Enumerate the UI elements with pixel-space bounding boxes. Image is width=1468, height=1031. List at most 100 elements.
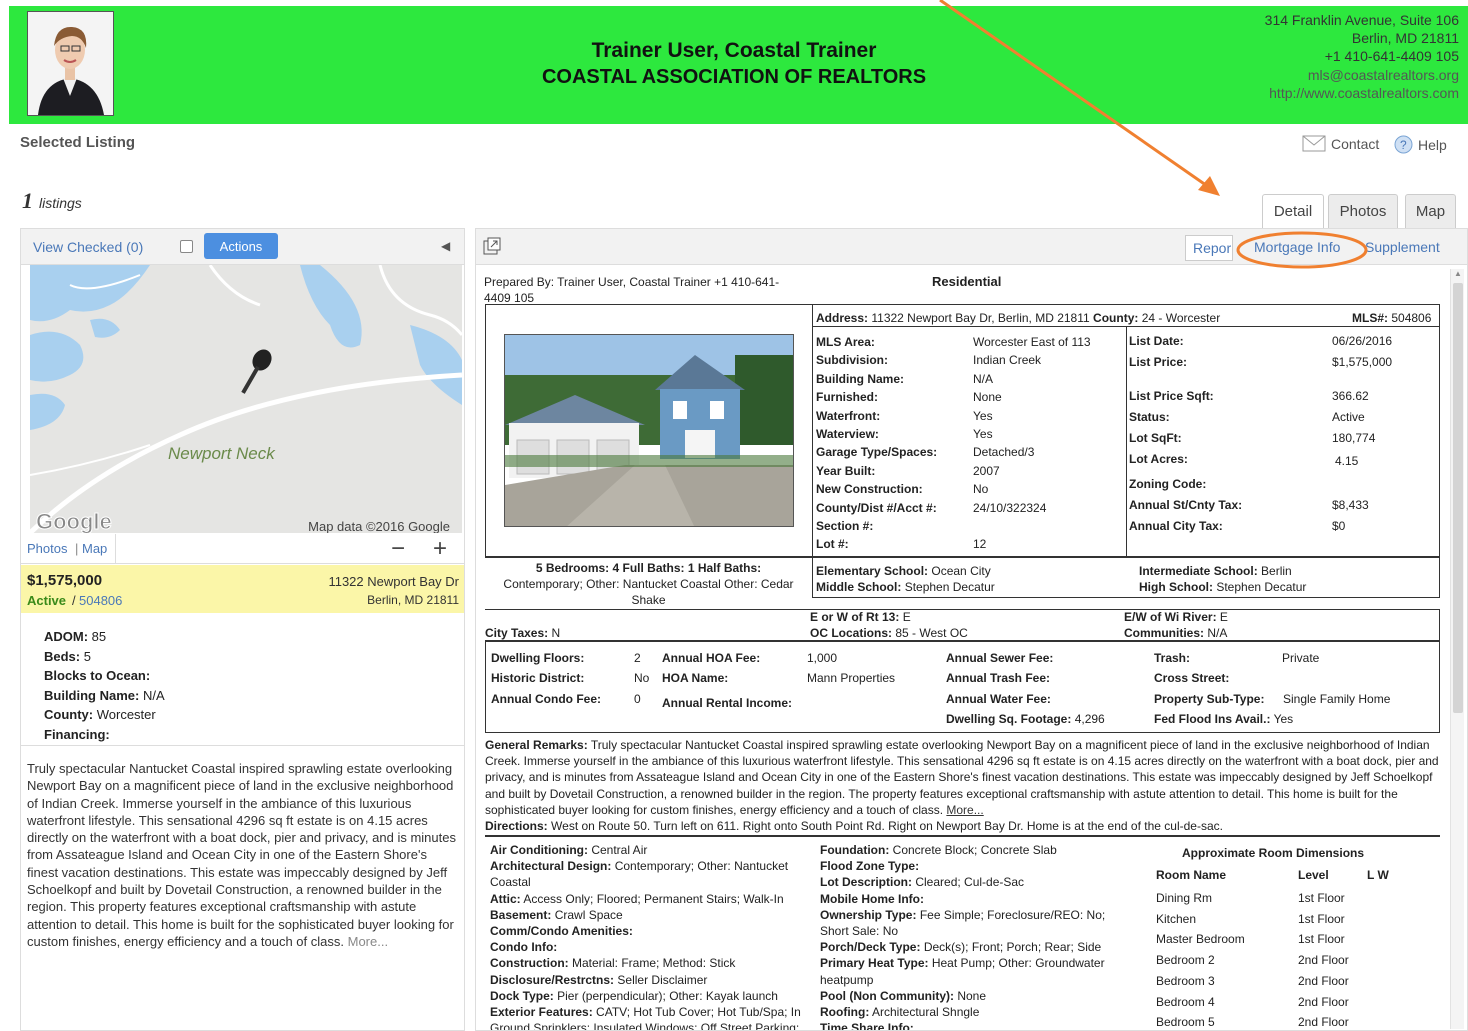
field-label: Annual Sewer Fee: — [946, 651, 1054, 665]
field-value — [973, 517, 1091, 535]
select-checkbox[interactable] — [180, 240, 193, 253]
tab-map[interactable]: Map — [1405, 194, 1456, 228]
remarks-text: Truly spectacular Nantucket Coastal insp… — [27, 760, 461, 950]
feature-value: Deck(s); Front; Porch; Rear; Side — [923, 940, 1102, 955]
city-state: Berlin, MD 21811 — [367, 593, 459, 607]
feature-row: Roofing: Architectural Shngle — [820, 1004, 1123, 1020]
remarks-body: Truly spectacular Nantucket Coastal insp… — [27, 761, 456, 949]
tab-report[interactable]: Repor — [1185, 235, 1233, 261]
map-link[interactable]: Map — [82, 541, 107, 556]
help-icon: ? — [1394, 135, 1413, 154]
county-value: 24 - Worcester — [1141, 311, 1221, 325]
bed-bath-line: 5 Bedrooms: 4 Full Baths: 1 Half Baths: — [535, 561, 762, 575]
flood-line: Fed Flood Ins Avail.: Yes — [1154, 711, 1293, 727]
panel-toolbar: View Checked (0) Actions ◀ — [21, 229, 464, 265]
tab-photos[interactable]: Photos — [1328, 194, 1398, 228]
field-value: Indian Creek — [973, 353, 1042, 368]
association-name: COASTAL ASSOCIATION OF REALTORS — [541, 66, 927, 88]
feature-label: Flood Zone Type: — [820, 859, 920, 874]
field-label: Subdivision: — [816, 353, 888, 368]
scrollbar-thumb[interactable] — [1453, 283, 1463, 713]
location-box — [485, 609, 1440, 641]
room-name: Bedroom 2 — [1156, 953, 1215, 968]
divider — [485, 835, 1440, 837]
remarks-more-link[interactable]: More... — [348, 934, 388, 949]
directions-label: Directions: — [485, 819, 548, 834]
zoom-out-button[interactable]: − — [391, 535, 405, 563]
popout-icon[interactable] — [483, 237, 501, 255]
fact-row: Blocks to Ocean: — [44, 666, 165, 686]
fact-label: ADOM: — [44, 629, 89, 644]
remarks-more-link[interactable]: More... — [946, 803, 983, 817]
fact-row: Building Name: N/A — [44, 686, 165, 706]
field-label: New Construction: — [816, 482, 923, 497]
feature-row: Ownership Type: Fee Simple; Foreclosure/… — [820, 907, 1123, 939]
field-value: 4,296 — [1074, 712, 1105, 726]
view-checked-link[interactable]: View Checked (0) — [33, 239, 143, 255]
collapse-icon[interactable]: ◀ — [441, 239, 450, 253]
field-value: Private — [1282, 651, 1320, 665]
website-link[interactable]: http://www.coastalrealtors.com — [1269, 84, 1459, 103]
field-label: Cross Street: — [1154, 671, 1230, 685]
contact-label: Contact — [1331, 135, 1380, 152]
map-view[interactable]: Newport Neck Google Map data ©2016 Googl… — [30, 265, 462, 533]
feature-label: Primary Heat Type: — [820, 956, 929, 971]
email-link[interactable]: mls@coastalrealtors.org — [1308, 66, 1459, 85]
help-link[interactable]: ? Help — [1394, 135, 1447, 154]
listing-summary-panel: View Checked (0) Actions ◀ Newport Neck … — [20, 228, 465, 1031]
feature-row: Dock Type: Pier (perpendicular); Other: … — [490, 988, 808, 1004]
feature-row: Exterior Features: CATV; Hot Tub Cover; … — [490, 1004, 808, 1030]
feature-value: Architectural Shngle — [871, 1005, 980, 1020]
field-value: 0 — [634, 692, 641, 706]
rooms-header-name: Room Name — [1156, 868, 1227, 882]
field-label: List Price: — [1129, 355, 1188, 369]
feature-row: Primary Heat Type: Heat Pump; Other: Gro… — [820, 955, 1123, 987]
feature-label: Porch/Deck Type: — [820, 940, 921, 955]
divider — [812, 304, 813, 557]
fact-label: Beds: — [44, 648, 81, 664]
sqft-line: Dwelling Sq. Footage: 4,296 — [946, 711, 1105, 727]
feature-row: Lot Description: Cleared; Cul-de-Sac — [820, 874, 1123, 890]
envelope-icon — [1302, 135, 1326, 152]
field-value: 2007 — [973, 463, 1000, 478]
mls-line: MLS#: 504806 — [1352, 310, 1431, 326]
selected-listing-title: Selected Listing — [20, 134, 136, 151]
feature-value: Cleared; Cul-de-Sac — [915, 875, 1025, 890]
fact-label: Blocks to Ocean: — [44, 668, 151, 683]
agent-header — [9, 6, 1468, 124]
actions-button[interactable]: Actions — [204, 233, 278, 259]
field-value: No — [973, 482, 989, 497]
address-line: 314 Franklin Avenue, Suite 106 — [1264, 12, 1459, 28]
key-facts: ADOM: 85 Beds: 5 Blocks to Ocean: Buildi… — [44, 627, 165, 744]
fact-row: County: Worcester — [44, 705, 165, 725]
field-label: Status: — [1129, 410, 1170, 424]
field-label: Annual Water Fee: — [946, 692, 1051, 706]
tab-supplement[interactable]: Supplement — [1365, 239, 1440, 255]
field-label: List Price Sqft: — [1129, 389, 1214, 403]
style-line: Contemporary; Other: Nantucket Coastal O… — [503, 577, 794, 607]
field-label: Garage Type/Spaces: — [816, 445, 938, 460]
listing-photo[interactable] — [504, 334, 794, 527]
mls-value: 504806 — [1391, 311, 1432, 325]
contact-link[interactable]: Contact — [1302, 135, 1379, 152]
field-label: Annual City Tax: — [1129, 519, 1223, 533]
fact-row: Financing: — [44, 725, 165, 745]
scroll-up-icon[interactable]: ▲ — [1454, 269, 1462, 278]
feature-row: Attic: Access Only; Floored; Permanent S… — [490, 891, 808, 907]
zoom-in-button[interactable]: + — [433, 535, 447, 563]
field-label: Annual St/Cnty Tax: — [1129, 498, 1243, 512]
field-label: Furnished: — [816, 390, 878, 405]
feature-label: Attic: — [490, 891, 521, 906]
rooms-header-level: Level — [1298, 868, 1329, 882]
room-level: 2nd Floor — [1298, 1015, 1349, 1030]
mls-number-link[interactable]: 504806 — [79, 593, 122, 608]
room-level: 2nd Floor — [1298, 994, 1349, 1009]
photos-link[interactable]: Photos — [27, 541, 67, 556]
field-label: List Date: — [1129, 334, 1184, 348]
tab-detail[interactable]: Detail — [1262, 194, 1324, 228]
field-label: HOA Name: — [662, 671, 729, 685]
report-toolbar: Repor Mortgage Info Supplement — [476, 229, 1467, 269]
scrollbar[interactable]: ▲ — [1450, 269, 1464, 1029]
field-value: Yes — [973, 427, 993, 442]
feature-row: Construction: Material: Frame; Method: S… — [490, 955, 808, 971]
